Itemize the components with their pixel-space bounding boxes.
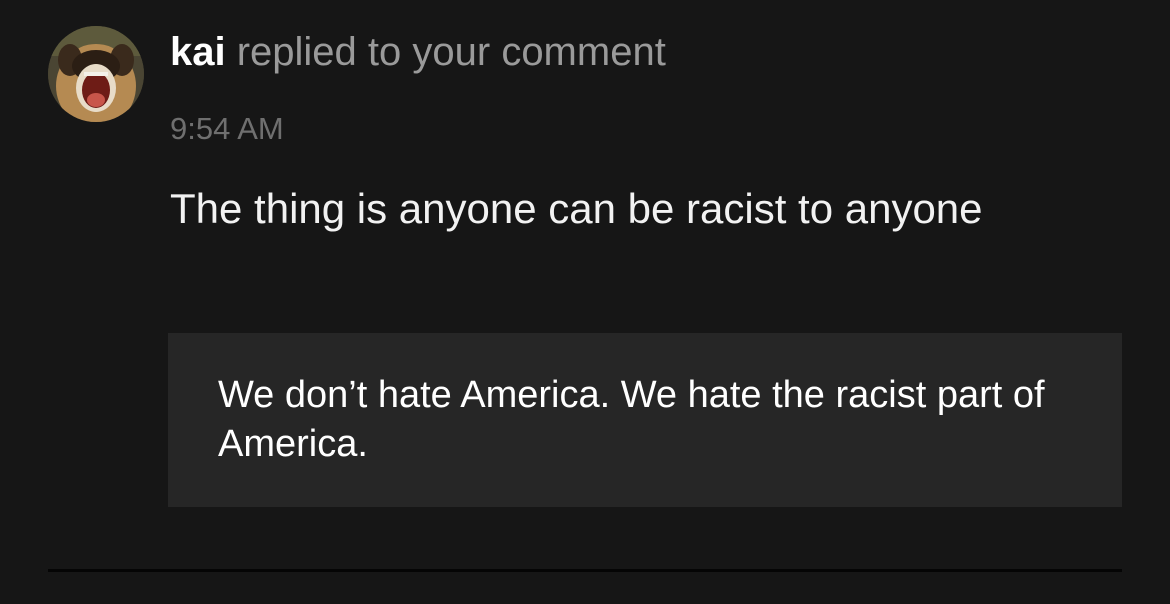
quoted-comment-text: We don’t hate America. We hate the racis… <box>218 374 1045 465</box>
divider <box>48 569 1122 572</box>
reply-notification[interactable]: kai replied to your comment 9:54 AM The … <box>0 0 1170 604</box>
reply-text: The thing is anyone can be racist to any… <box>170 185 983 232</box>
quoted-comment[interactable]: We don’t hate America. We hate the racis… <box>168 333 1122 507</box>
username-link[interactable]: kai <box>170 30 226 74</box>
avatar[interactable] <box>48 26 144 122</box>
dog-avatar-icon <box>48 26 144 122</box>
notification-header: kai replied to your comment <box>170 28 666 76</box>
action-text: replied to your comment <box>225 30 666 74</box>
timestamp: 9:54 AM <box>170 111 284 146</box>
